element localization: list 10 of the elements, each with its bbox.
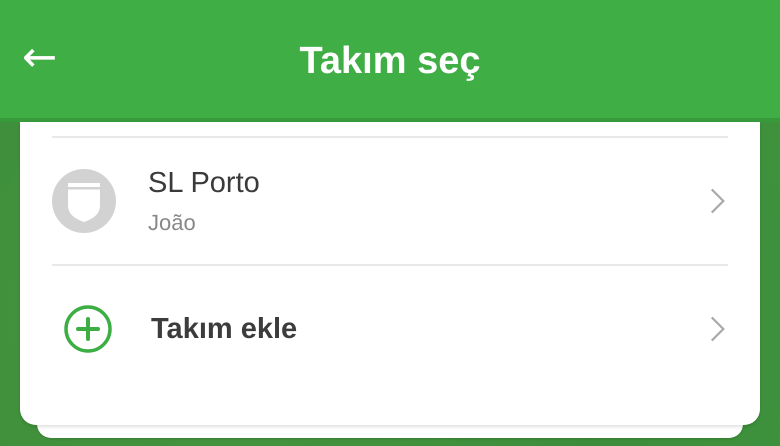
item-title: SL Porto xyxy=(148,166,261,200)
screen-title: Takım seç xyxy=(300,38,480,82)
item-subtitle: João xyxy=(148,210,197,236)
shield-icon xyxy=(52,169,116,233)
add-icon xyxy=(63,304,113,354)
chevron-icon xyxy=(710,187,726,215)
list-item[interactable]: Takım ekle xyxy=(52,264,728,392)
item-title: Takım ekle xyxy=(151,312,298,346)
chevron-icon xyxy=(710,315,726,343)
list-item[interactable]: SL Porto João xyxy=(52,136,728,264)
